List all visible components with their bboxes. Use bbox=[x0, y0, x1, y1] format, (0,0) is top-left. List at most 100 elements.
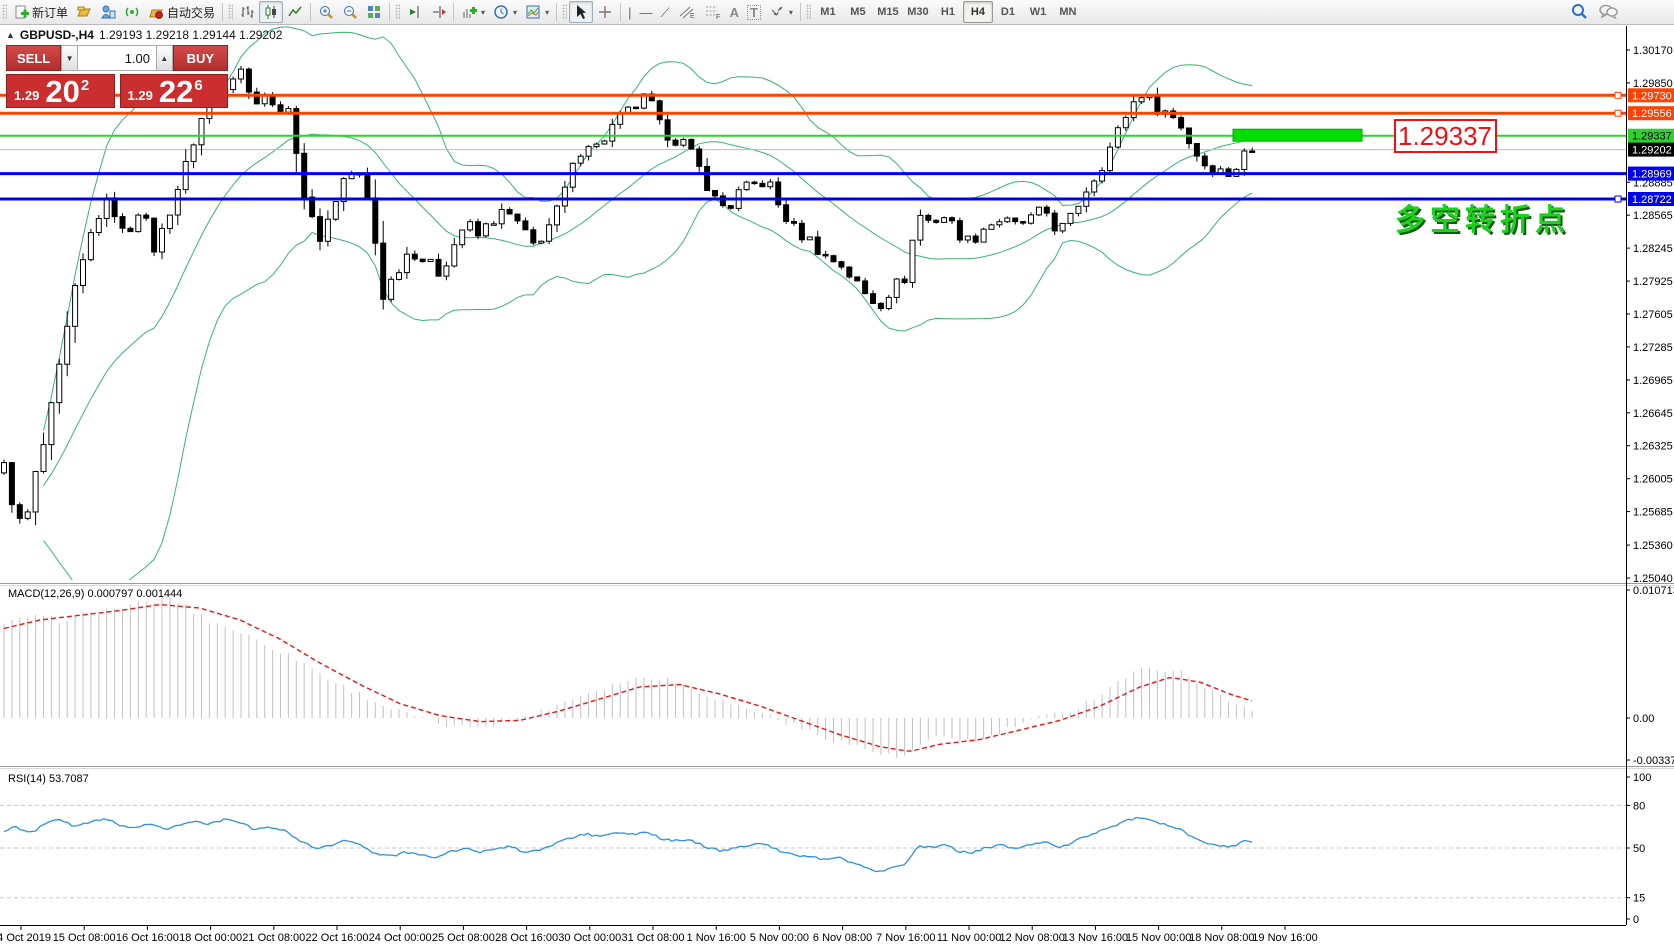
line-chart-icon bbox=[287, 4, 303, 20]
line-handle[interactable] bbox=[1615, 196, 1621, 202]
price-axis[interactable]: 1.301701.298501.288851.285651.282451.279… bbox=[1626, 45, 1673, 585]
profiles-button[interactable] bbox=[72, 1, 96, 23]
trendline-button[interactable]: ⟋ bbox=[656, 1, 673, 23]
autotrading-icon bbox=[148, 4, 164, 20]
macd-pane: MACD(12,26,9) 0.000797 0.0014440.0107130… bbox=[4, 585, 1674, 767]
zoom-out-button[interactable] bbox=[338, 1, 362, 23]
price-callout-label[interactable]: 1.29337 bbox=[1395, 120, 1496, 152]
trendline-icon: ⟋ bbox=[660, 6, 669, 19]
signals-button[interactable] bbox=[120, 1, 144, 23]
zoom-in-button[interactable] bbox=[314, 1, 338, 23]
macd-label: MACD(12,26,9) 0.000797 0.001444 bbox=[8, 588, 182, 600]
volume-input[interactable] bbox=[78, 45, 156, 71]
svg-text:50: 50 bbox=[1633, 843, 1645, 855]
svg-text:0.010713: 0.010713 bbox=[1633, 585, 1674, 597]
svg-text:1.29337: 1.29337 bbox=[1632, 131, 1672, 143]
svg-text:1.25360: 1.25360 bbox=[1633, 540, 1673, 552]
tile-windows-button[interactable] bbox=[362, 1, 386, 23]
chart-note-text[interactable]: 多空转折点 多空转折点 bbox=[1395, 204, 1572, 239]
crosshair-button[interactable] bbox=[593, 1, 617, 23]
buy-button[interactable]: BUY bbox=[173, 45, 228, 71]
volume-decrease-button[interactable]: ▼ bbox=[61, 45, 78, 71]
periods-button[interactable]: ▾ bbox=[489, 1, 521, 23]
buy-quote-box[interactable]: 1.29 22 6 bbox=[120, 74, 229, 108]
template-icon bbox=[525, 4, 541, 20]
indicators-button[interactable]: ▾ bbox=[457, 1, 489, 23]
sell-quote-box[interactable]: 1.29 20 2 bbox=[6, 74, 115, 108]
autotrading-button[interactable]: 自动交易 bbox=[144, 1, 219, 23]
time-axis-label: 16 Oct 16:00 bbox=[116, 932, 179, 944]
svg-text:多空转折点: 多空转折点 bbox=[1395, 204, 1570, 237]
chart-shift-icon bbox=[430, 4, 446, 20]
timeframe-M30[interactable]: M30 bbox=[903, 1, 933, 23]
pane-borders bbox=[0, 26, 1674, 926]
cursor-icon bbox=[573, 4, 589, 20]
sell-price-big: 20 bbox=[45, 77, 79, 107]
symbol-info-row: ▲ GBPUSD-,H4 1.29193 1.29218 1.29144 1.2… bbox=[6, 28, 282, 42]
auto-scroll-icon bbox=[406, 4, 422, 20]
svg-text:1.28722: 1.28722 bbox=[1632, 194, 1672, 206]
line-handle[interactable] bbox=[1615, 92, 1621, 98]
mt4-window: { "toolbar": { "new_order_label": "新订单",… bbox=[0, 0, 1674, 948]
highlight-rectangle-object[interactable] bbox=[1233, 129, 1362, 141]
one-click-trading-panel: SELL ▼ ▲ BUY 1.29 20 2 1.29 22 6 bbox=[6, 45, 228, 108]
svg-text:1.26005: 1.26005 bbox=[1633, 474, 1673, 486]
market-watch-button[interactable] bbox=[96, 1, 120, 23]
timeframe-M15[interactable]: M15 bbox=[873, 1, 903, 23]
auto-scroll-button[interactable] bbox=[402, 1, 426, 23]
arrows-button[interactable]: ▾ bbox=[765, 1, 797, 23]
timeframe-M1[interactable]: M1 bbox=[813, 1, 843, 23]
svg-text:1.27605: 1.27605 bbox=[1633, 309, 1673, 321]
cursor-button[interactable] bbox=[569, 1, 593, 23]
new-order-button[interactable]: 新订单 bbox=[9, 1, 72, 23]
autotrading-label: 自动交易 bbox=[167, 4, 215, 21]
horizontal-line-icon: — bbox=[639, 6, 652, 19]
line-handle[interactable] bbox=[1615, 110, 1621, 116]
time-axis-label: 5 Nov 00:00 bbox=[750, 932, 809, 944]
time-axis-label: 24 Oct 00:00 bbox=[369, 932, 432, 944]
buy-price-big: 22 bbox=[159, 77, 193, 107]
timeframe-M5[interactable]: M5 bbox=[843, 1, 873, 23]
chart-shift-button[interactable] bbox=[426, 1, 450, 23]
timeframe-MN[interactable]: MN bbox=[1053, 1, 1083, 23]
horizontal-line-button[interactable]: — bbox=[635, 1, 656, 23]
time-axis-label: 15 Nov 00:00 bbox=[1126, 932, 1191, 944]
chart-canvas[interactable]: 1.29337 多空转折点 多空转折点 1.301701.298501.2888… bbox=[0, 0, 1674, 948]
time-axis[interactable]: 14 Oct 201915 Oct 08:0016 Oct 16:0018 Oc… bbox=[0, 925, 1318, 944]
vertical-line-button[interactable]: | bbox=[624, 1, 635, 23]
arrows-icon bbox=[769, 4, 785, 20]
bar-chart-icon bbox=[239, 4, 255, 20]
time-axis-label: 18 Oct 00:00 bbox=[179, 932, 242, 944]
line-chart-mode-button[interactable] bbox=[283, 1, 307, 23]
svg-text:-0.003373: -0.003373 bbox=[1633, 755, 1674, 767]
text-icon: A bbox=[730, 6, 739, 19]
buy-price-pip: 6 bbox=[194, 77, 202, 94]
channel-button[interactable]: E bbox=[674, 1, 700, 23]
fibonacci-button[interactable]: F bbox=[700, 1, 726, 23]
svg-text:80: 80 bbox=[1633, 800, 1645, 812]
svg-text:1.27925: 1.27925 bbox=[1633, 276, 1673, 288]
timeframe-W1[interactable]: W1 bbox=[1023, 1, 1053, 23]
market-watch-icon bbox=[100, 4, 116, 20]
clock-icon bbox=[493, 4, 509, 20]
sell-button[interactable]: SELL bbox=[6, 45, 61, 71]
svg-text:1.25040: 1.25040 bbox=[1633, 573, 1673, 585]
collapse-panel-icon[interactable]: ▲ bbox=[6, 30, 15, 40]
timeframe-H1[interactable]: H1 bbox=[933, 1, 963, 23]
time-axis-label: 18 Nov 08:00 bbox=[1189, 932, 1254, 944]
sell-price-prefix: 1.29 bbox=[14, 88, 39, 103]
timeframe-H4[interactable]: H4 bbox=[963, 1, 993, 23]
text-button[interactable]: A bbox=[726, 1, 743, 23]
search-icon[interactable] bbox=[1570, 2, 1588, 23]
sell-price-pip: 2 bbox=[81, 77, 89, 94]
macd-signal-line bbox=[4, 605, 1252, 752]
templates-button[interactable]: ▾ bbox=[521, 1, 553, 23]
volume-increase-button[interactable]: ▲ bbox=[156, 45, 173, 71]
tile-windows-icon bbox=[366, 4, 382, 20]
timeframe-D1[interactable]: D1 bbox=[993, 1, 1023, 23]
text-label-button[interactable]: T bbox=[743, 1, 765, 23]
bar-chart-mode-button[interactable] bbox=[235, 1, 259, 23]
indicators-caret-icon: ▾ bbox=[481, 8, 485, 17]
chat-icon[interactable] bbox=[1598, 2, 1618, 23]
candle-chart-mode-button[interactable] bbox=[259, 1, 283, 23]
